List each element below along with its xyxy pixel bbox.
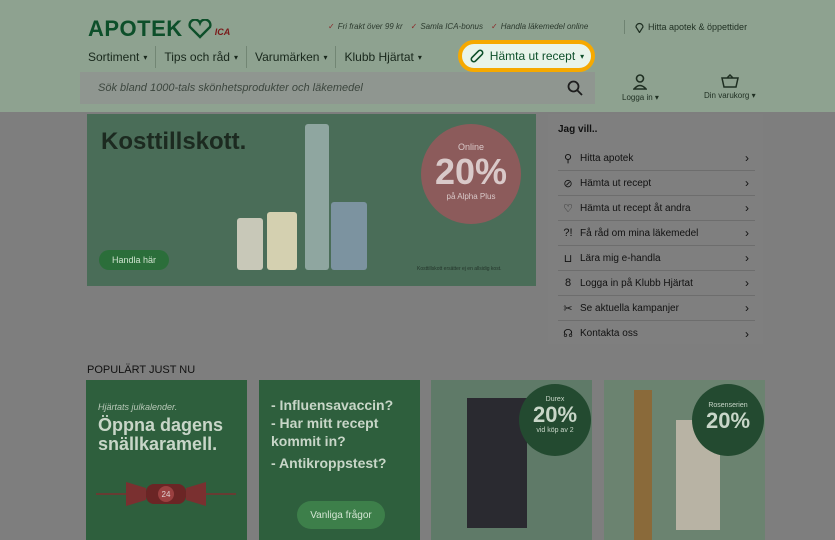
list-item[interactable]: ⊔ Lära mig e-handla ›: [558, 246, 755, 271]
product-bottle: [331, 202, 367, 270]
nav-label: Hämta ut recept: [489, 49, 576, 63]
question-icon: ?!: [563, 227, 573, 239]
product-bottle: [305, 124, 329, 270]
list-item[interactable]: 8 Logga in på Klubb Hjärtat ›: [558, 271, 755, 296]
find-pharmacy-label: Hitta apotek & öppettider: [648, 22, 748, 32]
promo-card-faq[interactable]: - Influensavaccin? - Har mitt recept kom…: [259, 380, 420, 540]
svg-text:24: 24: [162, 490, 171, 499]
chevron-down-icon: ▾: [143, 52, 148, 62]
promo-badge: Durex 20% vid köp av 2: [519, 384, 591, 456]
list-item[interactable]: ⊘ Hämta ut recept ›: [558, 171, 755, 196]
location-pin-icon: ⚲: [563, 152, 573, 165]
search-placeholder: Sök bland 1000-tals skönhetsprodukter oc…: [98, 82, 363, 94]
list-item[interactable]: ⚲ Hitta apotek ›: [558, 146, 755, 171]
promo-badge: Online 20% på Alpha Plus: [421, 124, 521, 224]
usp-text: Handla läkemedel online: [500, 22, 589, 31]
chevron-down-icon: ▾: [417, 52, 422, 62]
apotek-logo[interactable]: APOTEK ICA: [88, 16, 230, 42]
heart-icon: ♡: [563, 202, 573, 215]
quick-links-list: ⚲ Hitta apotek › ⊘ Hämta ut recept › ♡ Hämta …: [558, 146, 755, 346]
list-item[interactable]: ?! Få råd om mina läkemedel ›: [558, 221, 755, 246]
user-icon: 8: [564, 277, 572, 289]
chevron-down-icon: ▾: [323, 52, 328, 62]
nav-label: Tips och råd: [164, 50, 230, 64]
chevron-down-icon: ▾: [580, 51, 585, 61]
nav-label: Klubb Hjärtat: [344, 50, 414, 64]
usp-text: Samla ICA-bonus: [420, 22, 484, 31]
chevron-right-icon: ›: [745, 176, 749, 190]
usp-text: Fri frakt över 99 kr: [337, 22, 403, 31]
chevron-right-icon: ›: [745, 251, 749, 265]
list-item[interactable]: ✂ Se aktuella kampanjer ›: [558, 296, 755, 321]
nav-label: Sortiment: [88, 50, 140, 64]
shop-here-button[interactable]: Handla här: [99, 250, 169, 270]
site-header: APOTEK ICA ✓ Fri frakt över 99 kr ✓ Samla …: [0, 0, 835, 112]
quick-links-panel: Jag vill.. ⚲ Hitta apotek › ⊘ Hämta ut rece…: [548, 114, 763, 344]
nav-hamta-ut-recept[interactable]: Hämta ut recept ▾: [458, 40, 595, 72]
product-bottle: [267, 212, 297, 270]
cart-button[interactable]: Din varukorg ▾: [704, 74, 756, 100]
list-item[interactable]: ♡ Hämta ut recept åt andra ›: [558, 196, 755, 221]
search-input[interactable]: Sök bland 1000-tals skönhetsprodukter oc…: [80, 72, 595, 104]
promo-card-durex[interactable]: Durex 20% vid köp av 2: [431, 380, 592, 540]
section-title: POPULÄRT JUST NU: [87, 364, 196, 376]
find-pharmacy-link[interactable]: Hitta apotek & öppettider: [624, 20, 747, 34]
login-label: Logga in ▾: [622, 93, 659, 102]
cart-label: Din varukorg ▾: [704, 91, 756, 100]
nav-label: Varumärken: [254, 50, 320, 64]
basket-icon: ⊔: [563, 252, 573, 265]
nav-sortiment[interactable]: Sortiment ▾: [88, 46, 157, 68]
pill-icon: ⊘: [563, 177, 573, 190]
hero-title: Kosttillskott.: [101, 128, 247, 155]
pill-icon: [470, 49, 484, 63]
headset-icon: ☊: [563, 328, 573, 340]
candy-icon: 24: [96, 482, 236, 506]
list-item[interactable]: ☊ Kontakta oss ›: [558, 321, 755, 346]
chevron-right-icon: ›: [745, 201, 749, 215]
product-bottle: [237, 218, 263, 270]
product-box: [467, 398, 527, 528]
chevron-right-icon: ›: [745, 301, 749, 315]
chevron-right-icon: ›: [745, 226, 749, 240]
chevron-right-icon: ›: [745, 151, 749, 165]
promo-card-julkalender[interactable]: Hjärtats julkalender. Öppna dagens snäll…: [86, 380, 247, 540]
faq-button[interactable]: Vanliga frågor: [297, 501, 385, 529]
promo-card-rosenserien[interactable]: Rosenserien 20%: [604, 380, 765, 540]
usp-bar: ✓ Fri frakt över 99 kr ✓ Samla ICA-bonus ✓…: [328, 22, 588, 31]
heart-logo-icon: [188, 19, 212, 39]
panel-title: Jag vill..: [558, 124, 598, 135]
check-icon: ✓: [328, 22, 335, 31]
basket-icon: [720, 74, 739, 88]
product-bottle: [634, 390, 652, 540]
search-icon[interactable]: [567, 80, 583, 96]
nav-klubb-hjartat[interactable]: Klubb Hjärtat ▾: [336, 46, 429, 68]
chevron-right-icon: ›: [745, 326, 749, 341]
location-pin-icon: [635, 22, 644, 33]
nav-varumarken[interactable]: Varumärken ▾: [247, 46, 337, 68]
hero-banner[interactable]: Kosttillskott. Online 20% på Alpha Plus …: [87, 114, 536, 286]
chevron-down-icon: ▾: [233, 52, 238, 62]
nav-tips[interactable]: Tips och råd ▾: [156, 46, 247, 68]
check-icon: ✓: [491, 22, 498, 31]
promo-badge: Rosenserien 20%: [692, 384, 764, 456]
scissors-icon: ✂: [563, 302, 573, 315]
logo-ica: ICA: [214, 27, 231, 37]
login-button[interactable]: Logga in ▾: [622, 74, 659, 102]
chevron-right-icon: ›: [745, 276, 749, 290]
user-icon: [633, 74, 648, 90]
main-nav: Sortiment ▾ Tips och råd ▾ Varumärken ▾ Klu…: [88, 46, 430, 68]
check-icon: ✓: [410, 22, 418, 31]
logo-text: APOTEK: [88, 16, 183, 41]
disclaimer: Kosttillskott ersätter ej en allsidig ko…: [417, 266, 502, 272]
